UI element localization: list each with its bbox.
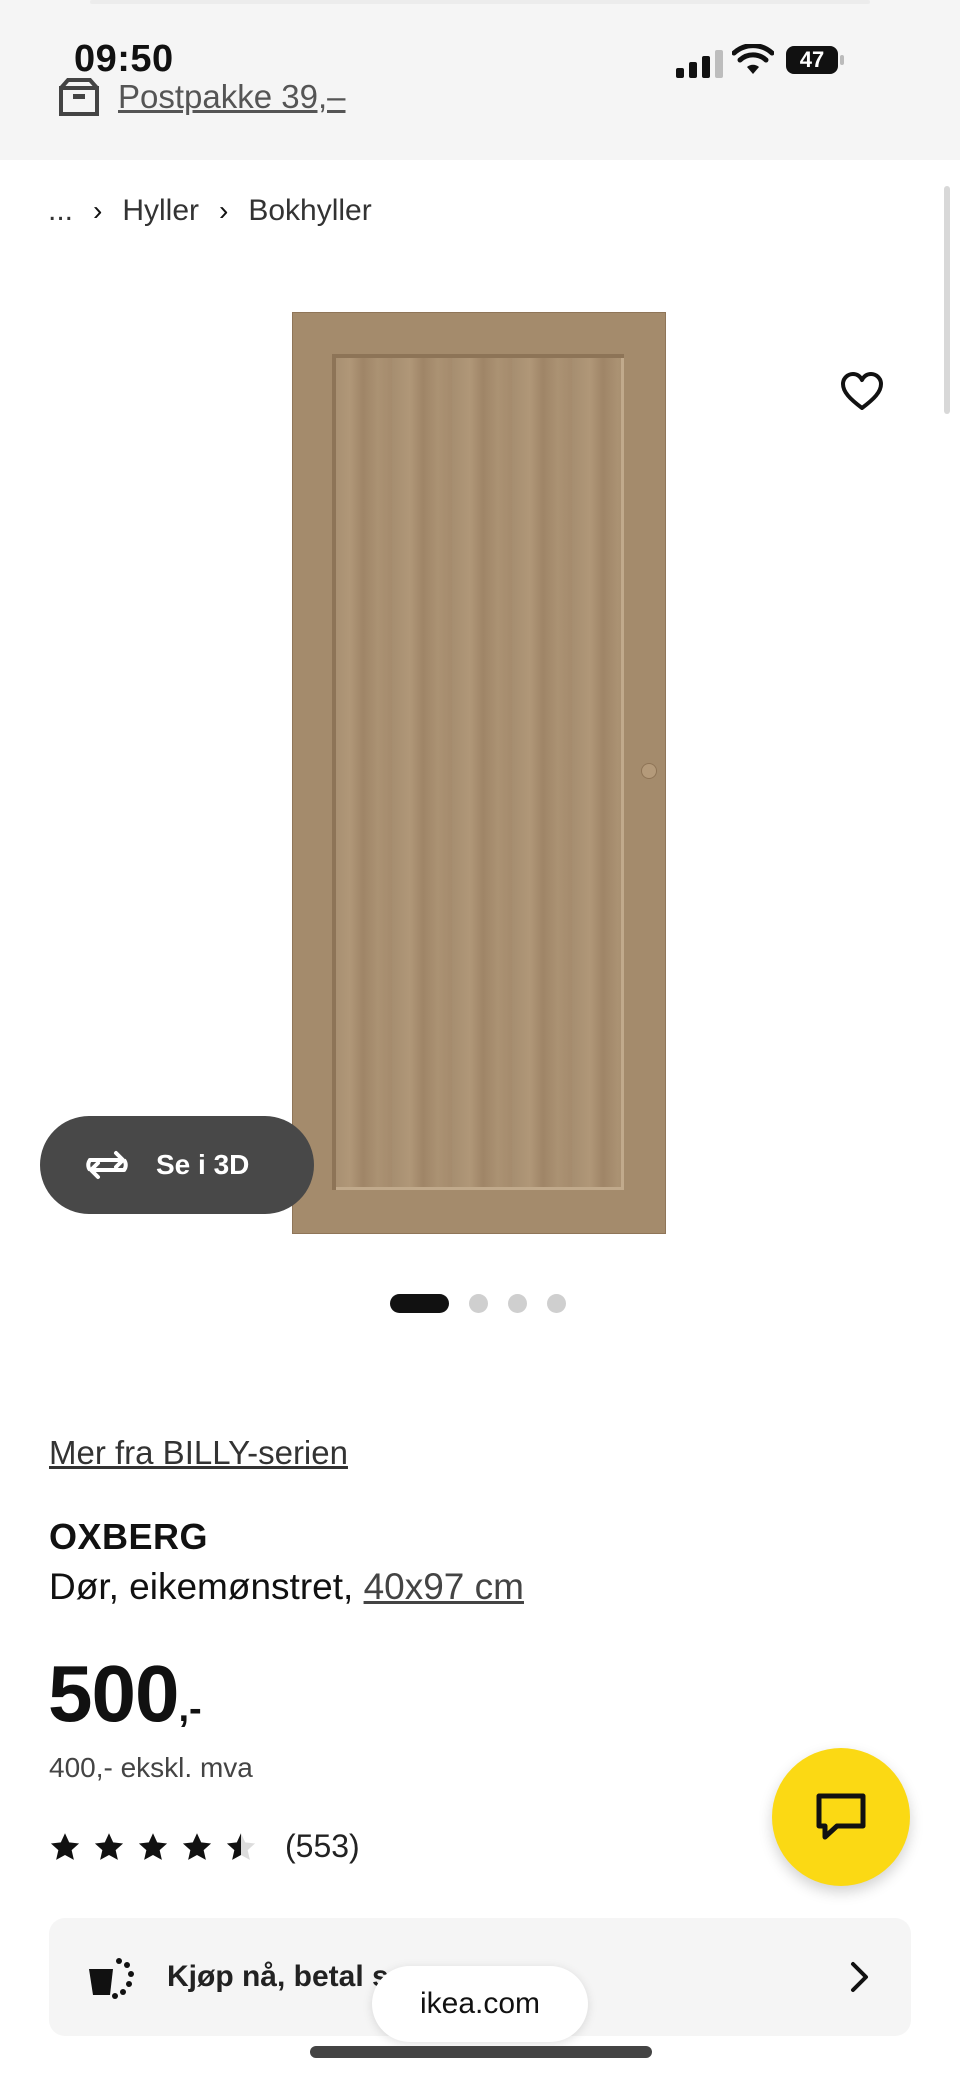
chat-button[interactable]: [772, 1748, 910, 1886]
scrollbar[interactable]: [944, 186, 950, 414]
product-size-link[interactable]: 40x97 cm: [364, 1566, 524, 1607]
breadcrumb-item-bookcases[interactable]: Bokhyller: [248, 194, 371, 228]
chevron-right-icon: [851, 1962, 868, 1992]
star-full-icon: [94, 1832, 124, 1860]
battery-icon: 47: [786, 46, 838, 74]
door-panel: [332, 354, 624, 1190]
favorite-heart-icon[interactable]: [836, 366, 888, 418]
rotate-icon: [86, 1151, 128, 1179]
series-link[interactable]: Mer fra BILLY-serien: [49, 1434, 348, 1472]
status-icons: 47: [676, 44, 916, 78]
product-description: Dør, eikemønstret, 40x97 cm: [49, 1566, 524, 1608]
product-image[interactable]: [292, 312, 666, 1234]
home-indicator[interactable]: [310, 2046, 652, 2058]
gallery-pagination: [390, 1294, 566, 1313]
battery-nub: [840, 55, 844, 65]
wifi-icon: [732, 44, 774, 74]
promo-banner[interactable]: Postpakke 39,–: [58, 78, 346, 116]
view-3d-button[interactable]: Se i 3D: [40, 1116, 314, 1214]
review-count[interactable]: (553): [285, 1828, 360, 1865]
star-full-icon: [50, 1832, 80, 1860]
product-type: Dør, eikemønstret,: [49, 1566, 354, 1607]
package-icon: [59, 78, 99, 116]
promo-text[interactable]: Postpakke 39,–: [118, 78, 346, 116]
chevron-right-icon: ›: [93, 195, 103, 226]
breadcrumb-item-shelves[interactable]: Hyller: [122, 194, 199, 228]
breadcrumb-item-more[interactable]: ...: [48, 194, 73, 228]
browser-address-pill[interactable]: ikea.com: [372, 1966, 588, 2042]
pay-later-icon: [89, 1958, 134, 1999]
chat-icon: [816, 1793, 866, 1840]
view-3d-label: Se i 3D: [156, 1149, 250, 1180]
top-edge: [90, 0, 870, 4]
star-full-icon: [182, 1832, 212, 1860]
pagination-dot[interactable]: [469, 1294, 488, 1313]
product-price: 500 ,-: [48, 1648, 202, 1740]
pagination-dot-active[interactable]: [390, 1294, 449, 1313]
status-time: 09:50: [74, 38, 174, 80]
price-integer: 500: [48, 1649, 179, 1738]
rating[interactable]: (553): [49, 1828, 360, 1865]
breadcrumb: ... › Hyller › Bokhyller: [48, 194, 372, 228]
star-full-icon: [138, 1832, 168, 1860]
rating-stars: [49, 1832, 257, 1862]
signal-icon: [676, 50, 723, 78]
pagination-dot[interactable]: [508, 1294, 527, 1313]
chevron-right-icon: ›: [219, 195, 229, 226]
door-knob: [642, 764, 656, 778]
price-ex-vat: 400,- ekskl. mva: [49, 1752, 253, 1783]
price-suffix: ,-: [178, 1688, 202, 1730]
star-half-icon: [226, 1832, 256, 1860]
pagination-dot[interactable]: [547, 1294, 566, 1313]
product-name: OXBERG: [49, 1516, 209, 1557]
